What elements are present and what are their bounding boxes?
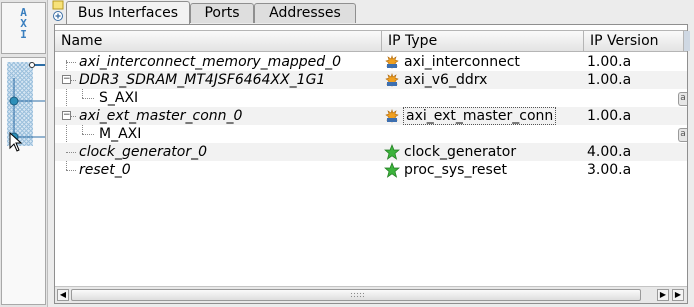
collapse-toggle-icon[interactable]: − (62, 111, 71, 120)
tree-guide-line (82, 134, 94, 135)
bus-connect-button[interactable]: a (678, 92, 687, 106)
bus-slave-connector-icon (9, 96, 19, 106)
ip-type-cell: axi_v6_ddrx (382, 71, 487, 89)
table-header: Name IP Type IP Version (55, 30, 690, 52)
ip-version: 3.00.a (587, 162, 632, 178)
bus-interface-name: S_AXI (99, 90, 139, 106)
ip-type-cell: axi_interconnect (382, 53, 520, 71)
instance-name: axi_ext_master_conn_0 (79, 108, 243, 124)
scrollbar-thumb[interactable] (71, 289, 641, 301)
ip-version: 1.00.a (587, 108, 632, 124)
ip-version: 4.00.a (587, 144, 632, 160)
scroll-right-icon[interactable]: ▶ (657, 289, 669, 301)
ip-type-cell: axi_ext_master_conn (382, 107, 557, 125)
table-row[interactable]: − DDR3_SDRAM_MT4JSF6464XX_1G1 axi_v6_ddr… (55, 71, 687, 89)
add-interface-icon[interactable] (52, 0, 66, 22)
tab-bus-interfaces[interactable]: Bus Interfaces (66, 1, 190, 24)
table-row[interactable]: clock_generator_0 clock_generator 4.00.a (55, 143, 687, 161)
table-row[interactable]: reset_0 proc_sys_reset 3.00.a (55, 161, 687, 179)
tree-guide-line (82, 98, 94, 99)
ip-version: 1.00.a (587, 72, 632, 88)
instance-name: axi_interconnect_memory_mapped_0 (79, 54, 342, 70)
horizontal-scrollbar[interactable]: ◀ ▶ ▶ (55, 286, 687, 303)
bus-connection-panel: A X I (0, 0, 48, 307)
table-row[interactable]: − axi_ext_master_conn_0 axi_ext_master_c… (55, 107, 687, 125)
tree-guide-line (71, 116, 76, 117)
tree-guide-line (71, 80, 76, 81)
tree-guide-line (66, 170, 76, 171)
bus-connect-button[interactable]: a (678, 128, 687, 142)
column-header-ip-version[interactable]: IP Version (584, 31, 684, 51)
axi-bus-header[interactable]: A X I (1, 2, 46, 54)
axi-bus-label: A X I (20, 6, 27, 41)
table-row[interactable]: M_AXI a (55, 125, 687, 143)
ip-type-cell: proc_sys_reset (382, 161, 507, 179)
column-header-ip-type[interactable]: IP Type (382, 31, 584, 51)
scroll-left-icon[interactable]: ◀ (57, 289, 69, 301)
tab-addresses[interactable]: Addresses (254, 3, 356, 23)
ip-core-icon (385, 109, 399, 123)
tree-guide-line (66, 62, 76, 63)
tab-ports[interactable]: Ports (190, 3, 254, 23)
bus-connection-lines (9, 62, 45, 142)
scrollbar-grip (350, 292, 364, 298)
column-header-name[interactable]: Name (55, 31, 382, 51)
column-header-overflow (684, 31, 690, 51)
ip-type-text: clock_generator (404, 144, 517, 160)
ip-core-icon (385, 73, 399, 87)
table-row[interactable]: axi_interconnect_memory_mapped_0 axi_int… (55, 53, 687, 71)
axi-bus-lane (1, 57, 46, 305)
instance-name: clock_generator_0 (79, 144, 207, 160)
mouse-cursor-icon (9, 132, 23, 152)
bus-interface-name: M_AXI (99, 126, 142, 142)
table-row[interactable]: S_AXI a (55, 89, 687, 107)
ip-type-text: axi_v6_ddrx (404, 72, 488, 88)
star-icon (384, 144, 400, 160)
instance-name: reset_0 (79, 162, 131, 178)
scroll-end-icon[interactable]: ▶ (672, 289, 684, 301)
instance-name: DDR3_SDRAM_MT4JSF6464XX_1G1 (79, 72, 326, 88)
bus-interfaces-table: Name IP Type IP Version axi_interconnect… (54, 24, 690, 304)
ip-type-text: proc_sys_reset (404, 162, 507, 178)
ip-type-text: axi_interconnect (404, 54, 520, 70)
ip-type-text-focused[interactable]: axi_ext_master_conn (402, 107, 557, 125)
ip-type-cell: clock_generator (382, 143, 516, 161)
tree-guide-line (66, 152, 76, 153)
star-icon (384, 162, 400, 178)
ip-version: 1.00.a (587, 54, 632, 70)
ip-core-icon (385, 55, 399, 69)
collapse-toggle-icon[interactable]: − (62, 75, 71, 84)
